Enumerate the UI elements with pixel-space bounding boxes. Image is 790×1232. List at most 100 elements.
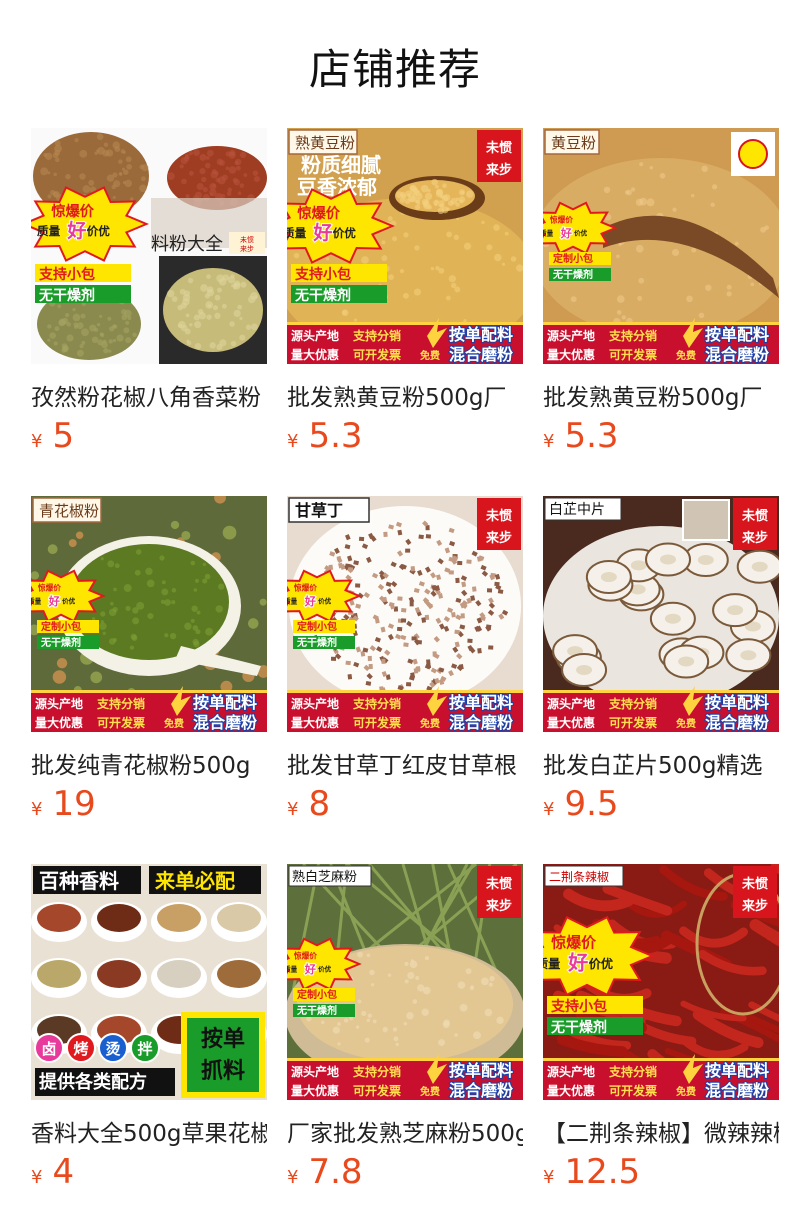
product-image[interactable]: 粉质细腻 豆香浓郁 熟黄豆粉 未惯 来步 惊爆价 质量好价优 支持小包 无干燥剂 源头产地 支持分销… <box>287 128 523 364</box>
price-value: 9.5 <box>564 784 618 824</box>
thumb-label: 质量 <box>37 224 61 238</box>
thumb-label: 定制小包 <box>297 988 337 1001</box>
product-image[interactable]: 甘草丁 未惯 来步 惊爆价 质量好价优 定制小包 无干燥剂 源头产地 支持分销 量大优惠 可开发票 免… <box>287 496 523 732</box>
thumb-label: 支持分销 <box>352 1064 401 1079</box>
product-name[interactable]: 批发白芷片500g精选 <box>543 746 779 780</box>
thumb-label: 可开发票 <box>609 715 657 730</box>
product-name[interactable]: 批发熟黄豆粉500g厂 <box>543 378 779 412</box>
thumb-label: 支持分销 <box>608 1064 657 1079</box>
price-value: 4 <box>52 1152 74 1192</box>
currency-symbol: ¥ <box>31 1167 42 1188</box>
thumb-label: 可开发票 <box>97 715 145 730</box>
product-card[interactable]: 白芷中片 未惯 来步 源头产地 支持分销 量大优惠 可开发票 免费 按单配料 混合磨粉 批发白芷片5… <box>543 496 779 836</box>
thumb-label: 无干燥剂 <box>294 287 351 304</box>
price-value: 19 <box>52 784 95 824</box>
thumb-label: 源头产地 <box>35 696 83 711</box>
thumb-label: 按单配料 <box>705 325 769 344</box>
thumb-label: 按单配料 <box>449 1061 513 1080</box>
price-value: 5.3 <box>308 416 362 456</box>
thumb-label: 未惯 <box>741 508 768 524</box>
thumb-label: 支持小包 <box>38 266 95 283</box>
product-card[interactable]: 熟白芝麻粉 未惯 来步 惊爆价 质量好价优 定制小包 无干燥剂 源头产地 支持分销 量大优惠 可开发… <box>287 864 523 1204</box>
product-name[interactable]: 批发纯青花椒粉500g <box>31 746 267 780</box>
thumb-label: 好 <box>560 226 572 240</box>
thumb-label: 来单必配 <box>154 869 235 893</box>
thumb-label: 价优 <box>589 956 613 971</box>
thumb-label: 甘草丁 <box>295 501 343 520</box>
product-card[interactable]: 料粉大全 惊爆价 质量好价优 支持小包 无干燥剂 未惯 来步 孜然粉花椒八角香菜粉 ¥5 <box>31 128 267 468</box>
thumb-label: 混合磨粉 <box>449 1081 513 1100</box>
thumb-label: 量大优惠 <box>35 715 83 730</box>
currency-symbol: ¥ <box>31 799 42 820</box>
thumb-label: 无干燥剂 <box>550 1019 607 1036</box>
product-image[interactable]: 百种香料 来单必配卤烤烫拌提供各类配方 按单 抓料 <box>31 864 267 1100</box>
thumb-label: 好 <box>304 594 316 608</box>
thumb-label: 来步 <box>485 530 512 546</box>
thumb-label: 源头产地 <box>291 696 339 711</box>
product-card[interactable]: 甘草丁 未惯 来步 惊爆价 质量好价优 定制小包 无干燥剂 源头产地 支持分销 量大优惠 可开发票 免… <box>287 496 523 836</box>
product-card[interactable]: 粉质细腻 豆香浓郁 熟黄豆粉 未惯 来步 惊爆价 质量好价优 支持小包 无干燥剂 源头产地 支持分销… <box>287 128 523 468</box>
thumb-label: 免费 <box>676 349 696 362</box>
product-image[interactable]: 料粉大全 惊爆价 质量好价优 支持小包 无干燥剂 未惯 来步 <box>31 128 267 364</box>
thumb-label: 支持分销 <box>352 328 401 343</box>
thumb-label: 混合磨粉 <box>705 713 769 732</box>
thumb-label: 可开发票 <box>353 715 401 730</box>
thumb-label: 定制小包 <box>41 620 81 633</box>
product-price: ¥5 <box>31 416 74 456</box>
price-value: 8 <box>308 784 330 824</box>
thumb-label: 惊爆价 <box>293 583 317 593</box>
product-card[interactable]: 黄豆粉 惊爆价 质量好价优 定制小包 无干燥剂 源头产地 支持分销 量大优惠 可开发票 免费 按单配… <box>543 128 779 468</box>
thumb-label: 量大优惠 <box>291 715 339 730</box>
thumb-label: 卤 <box>41 1040 56 1058</box>
thumb-label: 好 <box>567 951 588 975</box>
product-price: ¥8 <box>287 784 330 824</box>
price-value: 7.8 <box>308 1152 362 1192</box>
thumb-label: 定制小包 <box>553 252 593 265</box>
thumb-label: 价优 <box>318 597 332 606</box>
thumb-label: 源头产地 <box>547 1064 595 1079</box>
thumb-label: 混合磨粉 <box>705 1081 769 1100</box>
thumb-label: 黄豆粉 <box>551 134 596 152</box>
thumb-label: 支持小包 <box>550 998 607 1015</box>
thumb-label: 支持小包 <box>294 266 351 283</box>
thumb-label: 源头产地 <box>547 696 595 711</box>
product-name[interactable]: 【二荆条辣椒】微辣辣椒 <box>543 1114 779 1148</box>
thumb-label: 未惯 <box>240 235 254 244</box>
thumb-label: 质量 <box>31 597 42 606</box>
product-card[interactable]: 百种香料 来单必配卤烤烫拌提供各类配方 按单 抓料 香料大全500g草果花椒 ¥4 <box>31 864 267 1204</box>
thumb-label: 免费 <box>676 717 696 730</box>
product-card[interactable]: 二荆条辣椒 未惯来步惊爆价质量好价优支持小包无干燥剂源头产地支持分销量大优惠可开发… <box>543 864 779 1204</box>
thumb-label: 源头产地 <box>291 328 339 343</box>
thumb-label: 价优 <box>574 229 588 238</box>
product-price: ¥5.3 <box>543 416 619 456</box>
currency-symbol: ¥ <box>287 799 298 820</box>
thumb-label: 未惯 <box>485 876 512 892</box>
product-image[interactable]: 白芷中片 未惯 来步 源头产地 支持分销 量大优惠 可开发票 免费 按单配料 混合磨粉 <box>543 496 779 732</box>
product-image[interactable]: 黄豆粉 惊爆价 质量好价优 定制小包 无干燥剂 源头产地 支持分销 量大优惠 可开发票 免费 按单配… <box>543 128 779 364</box>
product-name[interactable]: 香料大全500g草果花椒 <box>31 1114 267 1148</box>
thumb-label: 免费 <box>420 1085 440 1098</box>
thumb-label: 可开发票 <box>609 347 657 362</box>
product-name[interactable]: 孜然粉花椒八角香菜粉 <box>31 378 267 412</box>
product-card[interactable]: 青花椒粉 惊爆价 质量好价优 定制小包 无干燥剂 源头产地 支持分销 量大优惠 可开发票 免费 按单… <box>31 496 267 836</box>
product-image[interactable]: 青花椒粉 惊爆价 质量好价优 定制小包 无干燥剂 源头产地 支持分销 量大优惠 可开发票 免费 按单… <box>31 496 267 732</box>
currency-symbol: ¥ <box>287 1167 298 1188</box>
product-image[interactable]: 二荆条辣椒 未惯来步惊爆价质量好价优支持小包无干燥剂源头产地支持分销量大优惠可开发… <box>543 864 779 1100</box>
product-name[interactable]: 批发熟黄豆粉500g厂 <box>287 378 523 412</box>
thumb-label: 定制小包 <box>297 620 337 633</box>
thumb-label: 按单配料 <box>449 693 513 712</box>
thumb-label: 来步 <box>741 898 768 914</box>
product-price: ¥5.3 <box>287 416 363 456</box>
thumb-label: 混合磨粉 <box>193 713 257 732</box>
page-title: 店铺推荐 <box>0 36 790 97</box>
product-name[interactable]: 批发甘草丁红皮甘草根 <box>287 746 523 780</box>
thumb-label: 惊爆价 <box>293 951 317 961</box>
thumb-label: 无干燥剂 <box>38 287 95 304</box>
product-image[interactable]: 熟白芝麻粉 未惯 来步 惊爆价 质量好价优 定制小包 无干燥剂 源头产地 支持分销 量大优惠 可开发… <box>287 864 523 1100</box>
thumb-label: 可开发票 <box>353 1083 401 1098</box>
thumb-label: 未惯 <box>485 140 512 156</box>
currency-symbol: ¥ <box>543 1167 554 1188</box>
product-name[interactable]: 厂家批发熟芝麻粉500g <box>287 1114 523 1148</box>
product-price: ¥19 <box>31 784 96 824</box>
thumb-label: 未惯 <box>485 508 512 524</box>
